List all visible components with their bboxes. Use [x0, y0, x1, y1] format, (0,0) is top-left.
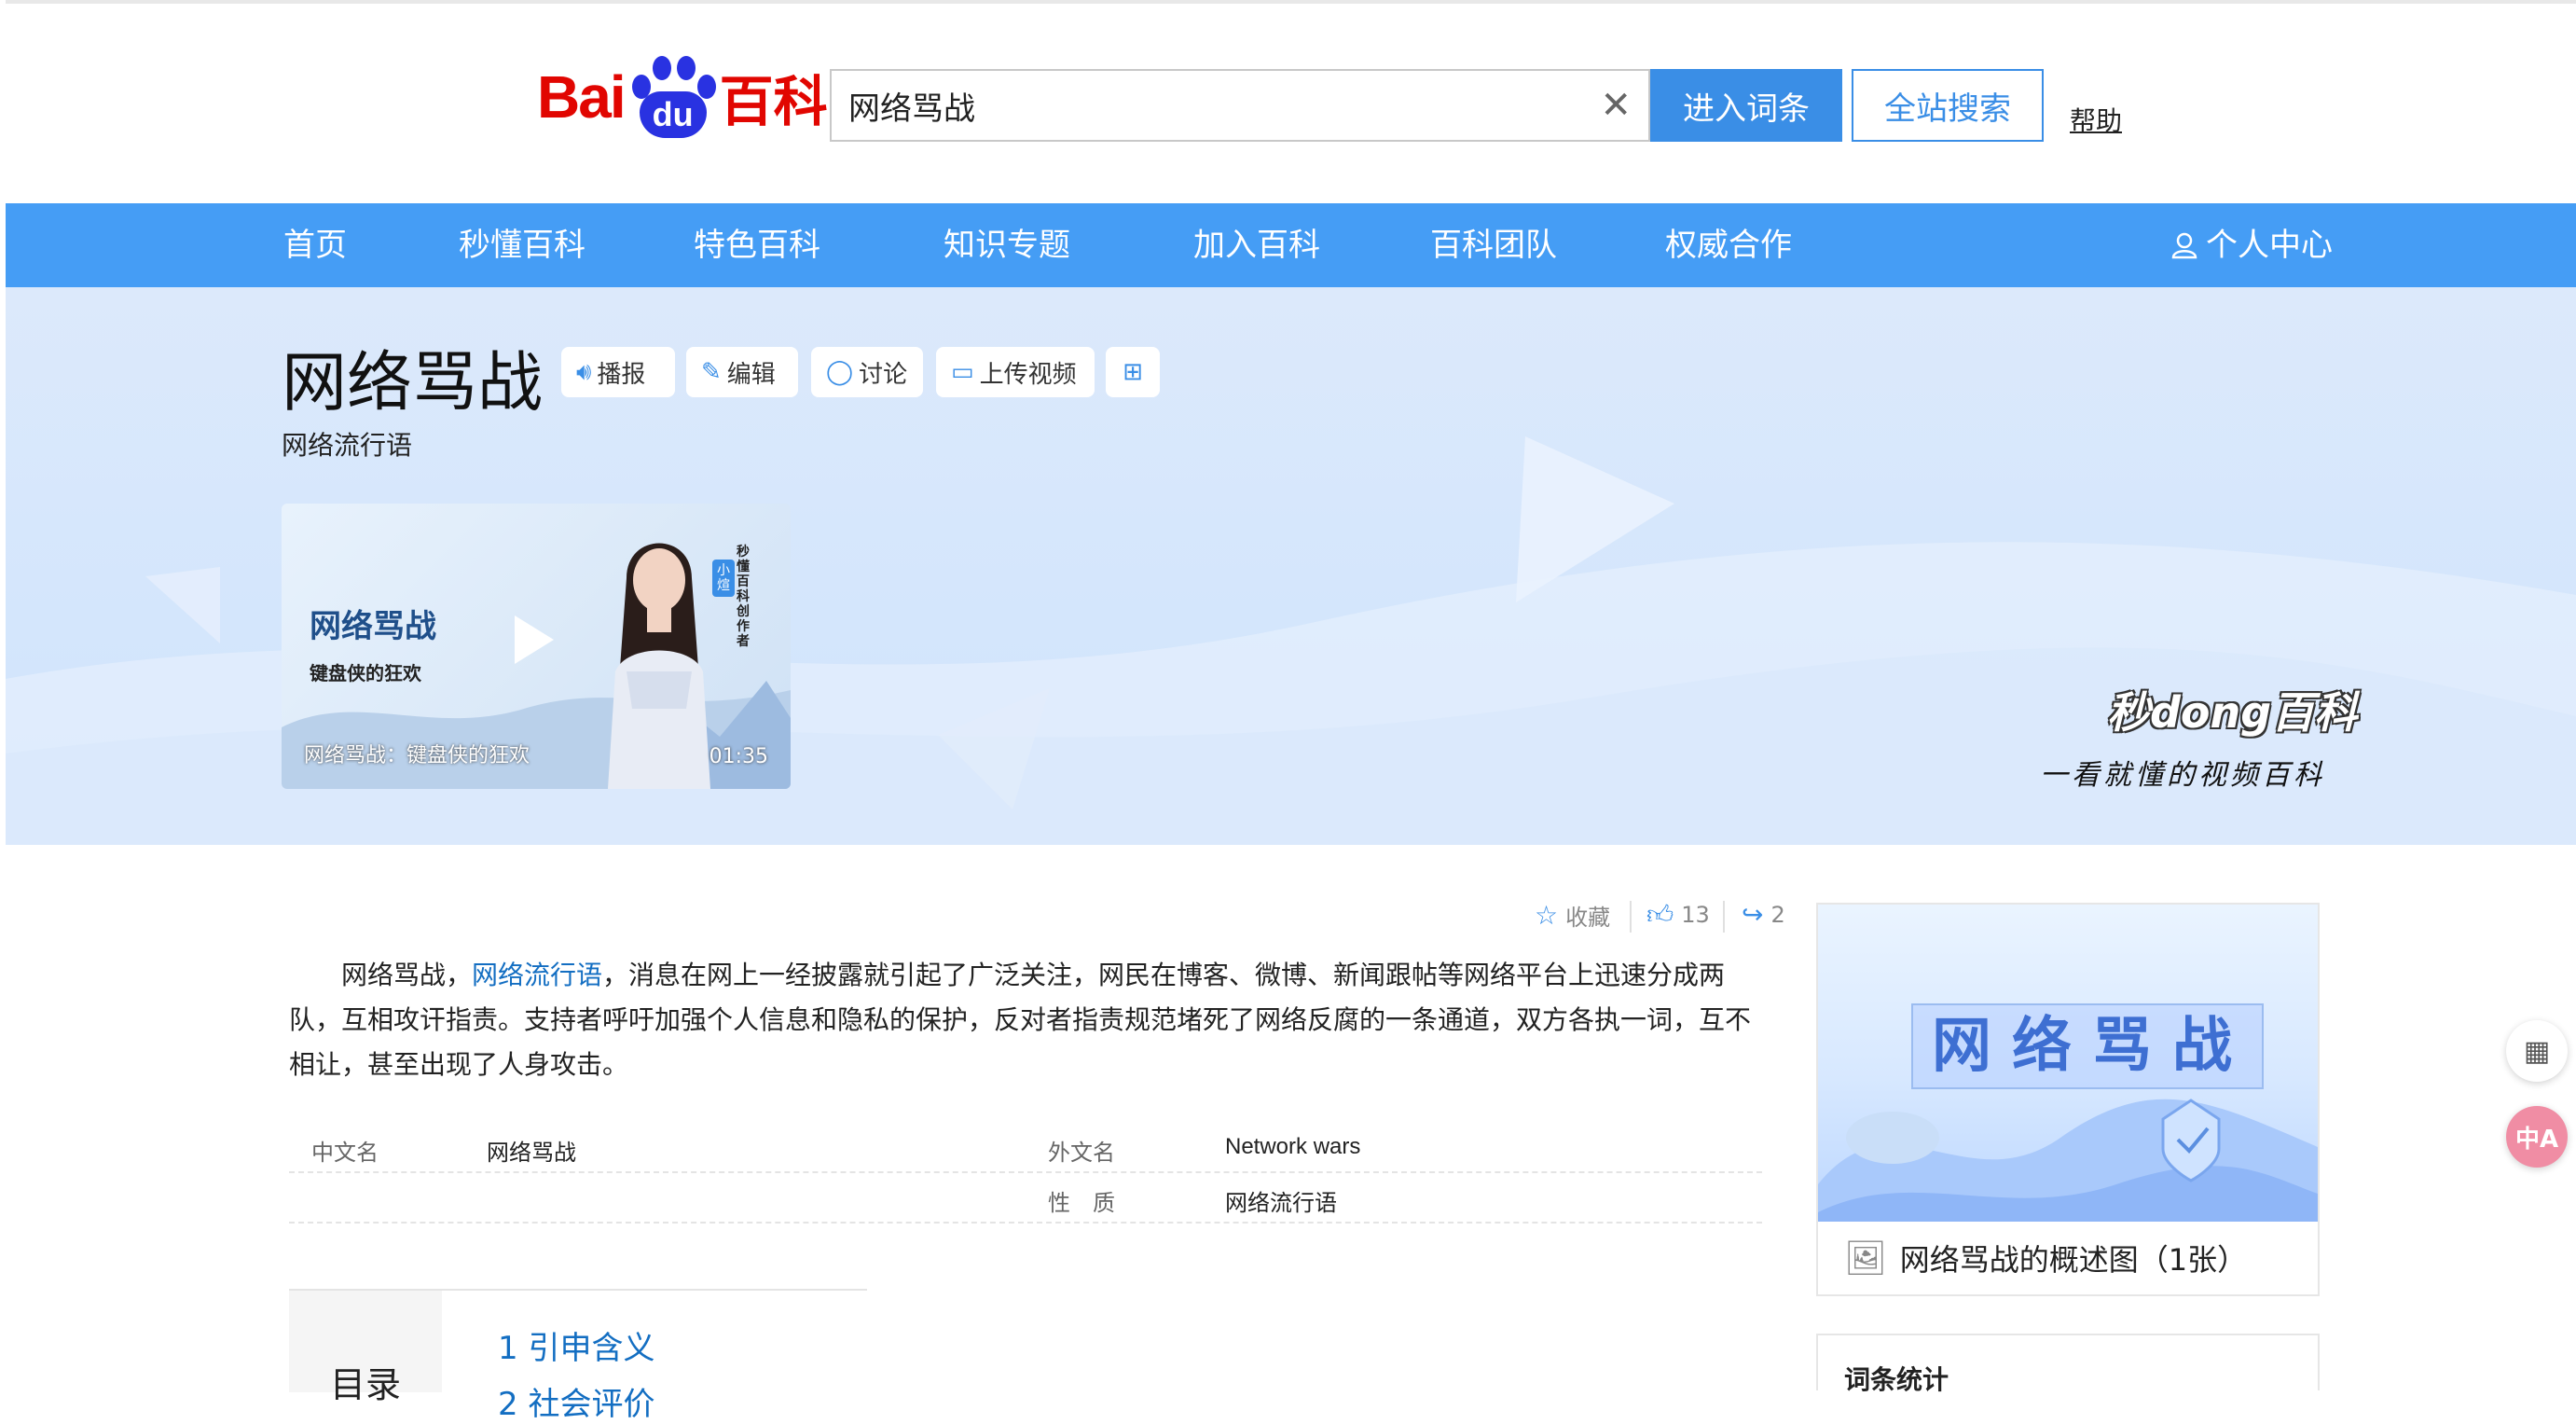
baidu-paw-icon: du — [627, 54, 718, 140]
summary-text-start: 网络骂战， — [341, 960, 473, 990]
main-nav: 首页 秒懂百科 特色百科 知识专题 加入百科 百科团队 权威合作 个人中心 — [6, 203, 2576, 287]
nav-item-miaodong[interactable]: 秒懂百科 — [459, 203, 585, 287]
discuss-button[interactable]: ◯ 讨论 — [811, 347, 923, 397]
logo-baike-text: 百科 — [719, 70, 828, 133]
nav-item-featured[interactable]: 特色百科 — [694, 203, 820, 287]
translate-icon[interactable]: 中A — [2506, 1106, 2568, 1168]
broadcast-label: 播报 — [597, 360, 646, 389]
miaodong-slogan: 一看就懂的视频百科 — [2040, 759, 2325, 792]
video-title: 网络骂战 — [310, 608, 436, 645]
summary-image-caption-text: 网络骂战的概述图（1张） — [1899, 1242, 2248, 1278]
toc-label: 目录 — [289, 1291, 442, 1405]
image-gallery-icon: 🖼︎ — [1844, 1239, 1887, 1278]
user-icon — [2171, 232, 2197, 259]
creator-tag: 秒懂百科创作者 — [737, 545, 750, 649]
share-icon: ↪ — [1742, 899, 1764, 930]
toc-item-2[interactable]: 2 社会评价 — [498, 1378, 654, 1424]
summary-image[interactable]: 网络骂战 — [1818, 905, 2318, 1222]
table-of-contents: 目录 1 引申含义 2 社会评价 — [289, 1289, 867, 1423]
nav-item-join[interactable]: 加入百科 — [1193, 203, 1320, 287]
more-actions-button[interactable]: ⊞ — [1106, 347, 1160, 397]
info-label-nature: 性 质 — [1048, 1190, 1115, 1216]
help-link[interactable]: 帮助 — [2070, 101, 2122, 138]
upload-video-button[interactable]: ▭ 上传视频 — [936, 347, 1095, 397]
summary-image-caption[interactable]: 🖼︎ 网络骂战的概述图（1张） — [1818, 1222, 2318, 1294]
info-label-foreign-name: 外文名 — [1048, 1140, 1115, 1166]
nav-item-cooperation[interactable]: 权威合作 — [1665, 203, 1792, 287]
basic-info-table: 中文名 网络骂战 外文名 Network wars 性 质 网络流行语 — [289, 1123, 1762, 1224]
page-title: 网络骂战 — [282, 344, 543, 421]
share-count: 2 — [1770, 901, 1785, 928]
entry-stats-title: 词条统计 — [1844, 1364, 1949, 1395]
plus-square-icon: ⊞ — [1123, 358, 1143, 386]
video-thumbnail[interactable]: 网络骂战 键盘侠的狂欢 小煊 秒懂百科创作者 网络骂战：键盘侠的狂欢 01:35 — [282, 504, 791, 789]
entry-stats-card: 词条统计 — [1816, 1334, 2320, 1395]
info-value-chinese-name: 网络骂战 — [487, 1140, 576, 1166]
summary-link-internet-slang[interactable]: 网络流行语 — [472, 960, 602, 990]
info-value-nature[interactable]: 网络流行语 — [1225, 1184, 1337, 1217]
entry-subtitle: 网络流行语 — [282, 430, 413, 461]
summary-image-title: 网络骂战 — [1911, 1003, 2264, 1089]
like-button[interactable]: 👍︎ 13 — [1646, 899, 1710, 931]
logo-du-text: du — [639, 91, 707, 138]
summary-image-card[interactable]: 网络骂战 🖼︎ 网络骂战的概述图（1张） — [1816, 903, 2320, 1296]
nav-user-center[interactable]: 个人中心 — [2170, 203, 2333, 287]
apps-grid-icon[interactable]: ▦ — [2506, 1020, 2568, 1082]
browser-page: Bai du 百科 ✕ 进入词条 全站搜索 帮助 首页 秒懂百科 特色百科 知识… — [6, 0, 2576, 1423]
video-camera-icon: ▭ — [951, 358, 974, 386]
nav-item-team[interactable]: 百科团队 — [1430, 203, 1557, 287]
star-icon: ☆ — [1535, 900, 1559, 931]
nav-item-home[interactable]: 首页 — [283, 203, 347, 287]
chat-bubble-icon: ◯ — [826, 358, 854, 386]
divider — [1630, 901, 1632, 933]
toc-item-1[interactable]: 1 引申含义 — [498, 1322, 654, 1368]
video-subtitle: 键盘侠的狂欢 — [310, 662, 421, 684]
video-caption: 网络骂战：键盘侠的狂欢 — [304, 744, 530, 767]
info-label-chinese-name: 中文名 — [311, 1140, 379, 1166]
upload-video-label: 上传视频 — [979, 360, 1077, 389]
like-count: 13 — [1681, 902, 1710, 928]
site-search-button[interactable]: 全站搜索 — [1852, 69, 2044, 142]
broadcast-button[interactable]: 🔊︎ 播报 — [561, 347, 675, 397]
search-input[interactable] — [832, 71, 1592, 140]
video-duration: 01:35 — [709, 745, 768, 768]
speaker-icon: 🔊︎ — [576, 357, 592, 386]
nav-item-topics[interactable]: 知识专题 — [944, 203, 1070, 287]
user-center-label: 个人中心 — [2206, 227, 2333, 264]
entry-summary: 网络骂战，网络流行语，消息在网上一经披露就引起了广泛关注，网民在博客、微博、新闻… — [289, 953, 1762, 1087]
baidu-baike-logo[interactable]: Bai du 百科 — [537, 52, 828, 142]
share-button[interactable]: ↪ 2 — [1742, 899, 1785, 930]
play-icon[interactable] — [515, 615, 554, 664]
discuss-label: 讨论 — [859, 360, 908, 389]
edit-button[interactable]: ✎ 编辑 — [686, 347, 798, 397]
info-row: 中文名 网络骂战 外文名 Network wars — [289, 1123, 1762, 1173]
miaodong-baike-logo: 秒dong百科 — [2107, 687, 2358, 738]
edit-label: 编辑 — [726, 360, 776, 389]
divider — [1723, 901, 1725, 933]
logo-bai-text: Bai — [537, 63, 627, 131]
presenter-image — [608, 543, 710, 789]
pencil-icon: ✎ — [701, 358, 722, 386]
thumbs-up-icon: 👍︎ — [1646, 899, 1674, 930]
favorite-label: 收藏 — [1565, 905, 1611, 931]
favorite-button[interactable]: ☆ 收藏 — [1535, 899, 1610, 932]
info-row: 性 质 网络流行语 — [289, 1173, 1762, 1224]
enter-entry-button[interactable]: 进入词条 — [1650, 69, 1842, 142]
clear-icon[interactable]: ✕ — [1600, 84, 1632, 127]
creator-badge: 小煊 — [712, 560, 735, 597]
info-value-foreign-name: Network wars — [1225, 1134, 1361, 1159]
search-box: ✕ — [830, 69, 1650, 142]
